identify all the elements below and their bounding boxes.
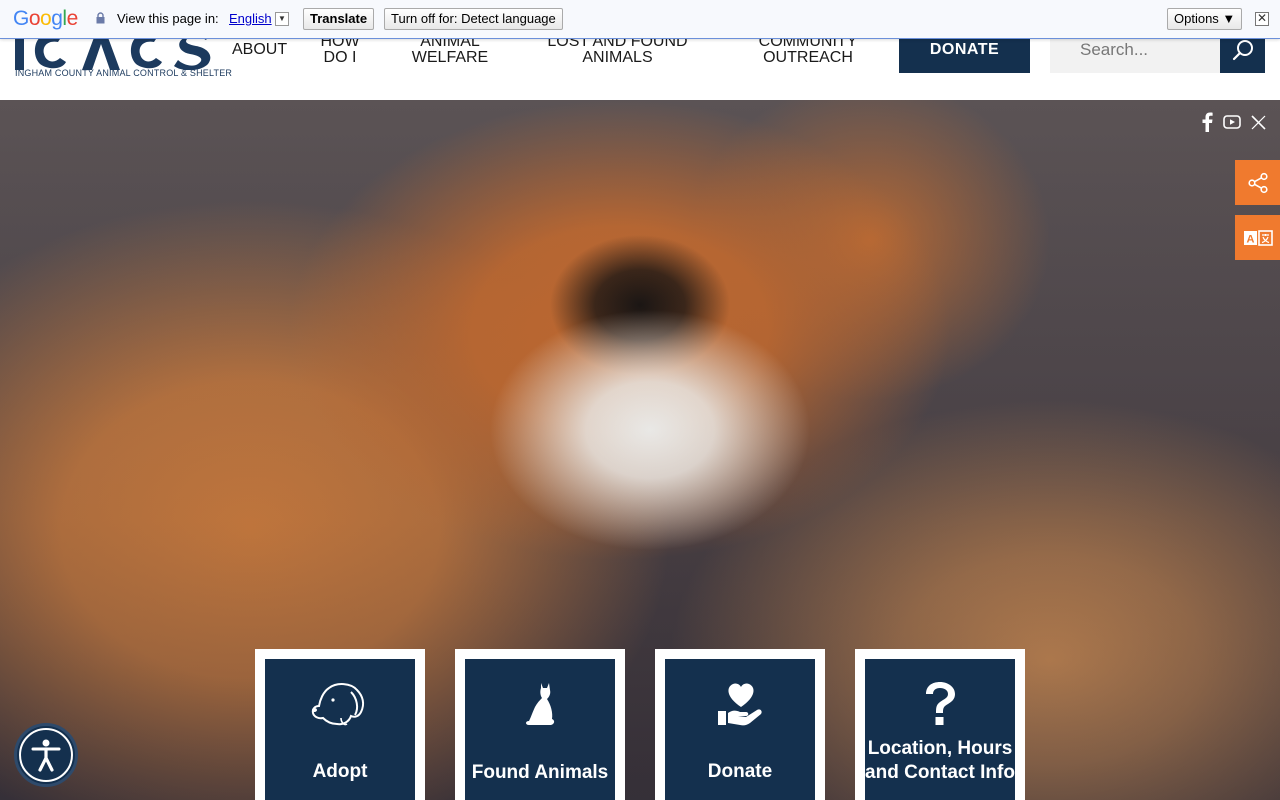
translate-button[interactable]: Translate [303,8,375,30]
quick-link-found-animals[interactable]: Found Animals [455,649,625,800]
translate-icon: A [1243,229,1273,246]
nav-item-about[interactable]: ABOUT [232,42,287,58]
translate-widget-button[interactable]: A [1235,215,1280,260]
facebook-link[interactable] [1197,112,1217,132]
x-twitter-icon [1250,114,1266,130]
lock-icon [96,12,105,24]
card-label-donate: Donate [707,761,773,782]
close-icon[interactable]: ✕ [1255,12,1269,26]
heart-hand-icon [718,683,762,726]
x-twitter-link[interactable] [1248,112,1268,132]
facebook-icon [1202,112,1213,132]
card-location-hours-contact[interactable]: Location, Hours and Contact Info [865,659,1015,800]
language-dropdown-icon[interactable]: ▼ [275,12,289,26]
google-logo: Google [13,7,78,30]
quick-link-adopt[interactable]: Adopt [255,649,425,800]
view-page-label: View this page in: [117,11,219,26]
youtube-link[interactable] [1222,112,1242,132]
card-label-found-animals: Found Animals [471,762,609,783]
card-donate[interactable]: Donate [665,659,815,800]
card-label-location-hours-contact: Location, Hours and Contact Info [865,738,1015,783]
search-icon [1232,40,1253,61]
hero-overlay [0,100,1280,800]
accessibility-icon [31,739,61,772]
google-translate-bar: Google View this page in: English ▼ Tran… [0,0,1280,39]
card-adopt[interactable]: Adopt [265,659,415,800]
logo-text: INGHAM COUNTY ANIMAL CONTROL & SHELTER [15,68,233,78]
options-button[interactable]: Options ▼ [1167,8,1243,30]
hero-image: A Adopt Found Animals Donate Location, H… [0,100,1280,800]
card-found-animals[interactable]: Found Animals [465,659,615,800]
question-icon [926,682,955,725]
youtube-icon [1223,115,1241,129]
turn-off-button[interactable]: Turn off for: Detect language [384,8,563,30]
quick-link-donate[interactable]: Donate [655,649,825,800]
share-button[interactable] [1235,160,1280,205]
cat-icon [526,683,555,725]
accessibility-button[interactable] [14,723,78,787]
dog-icon [311,683,365,726]
language-link[interactable]: English [229,11,272,26]
quick-link-location-hours-contact[interactable]: Location, Hours and Contact Info [855,649,1025,800]
share-icon [1247,172,1268,193]
svg-text:A: A [1246,233,1254,245]
card-label-adopt: Adopt [312,761,368,782]
